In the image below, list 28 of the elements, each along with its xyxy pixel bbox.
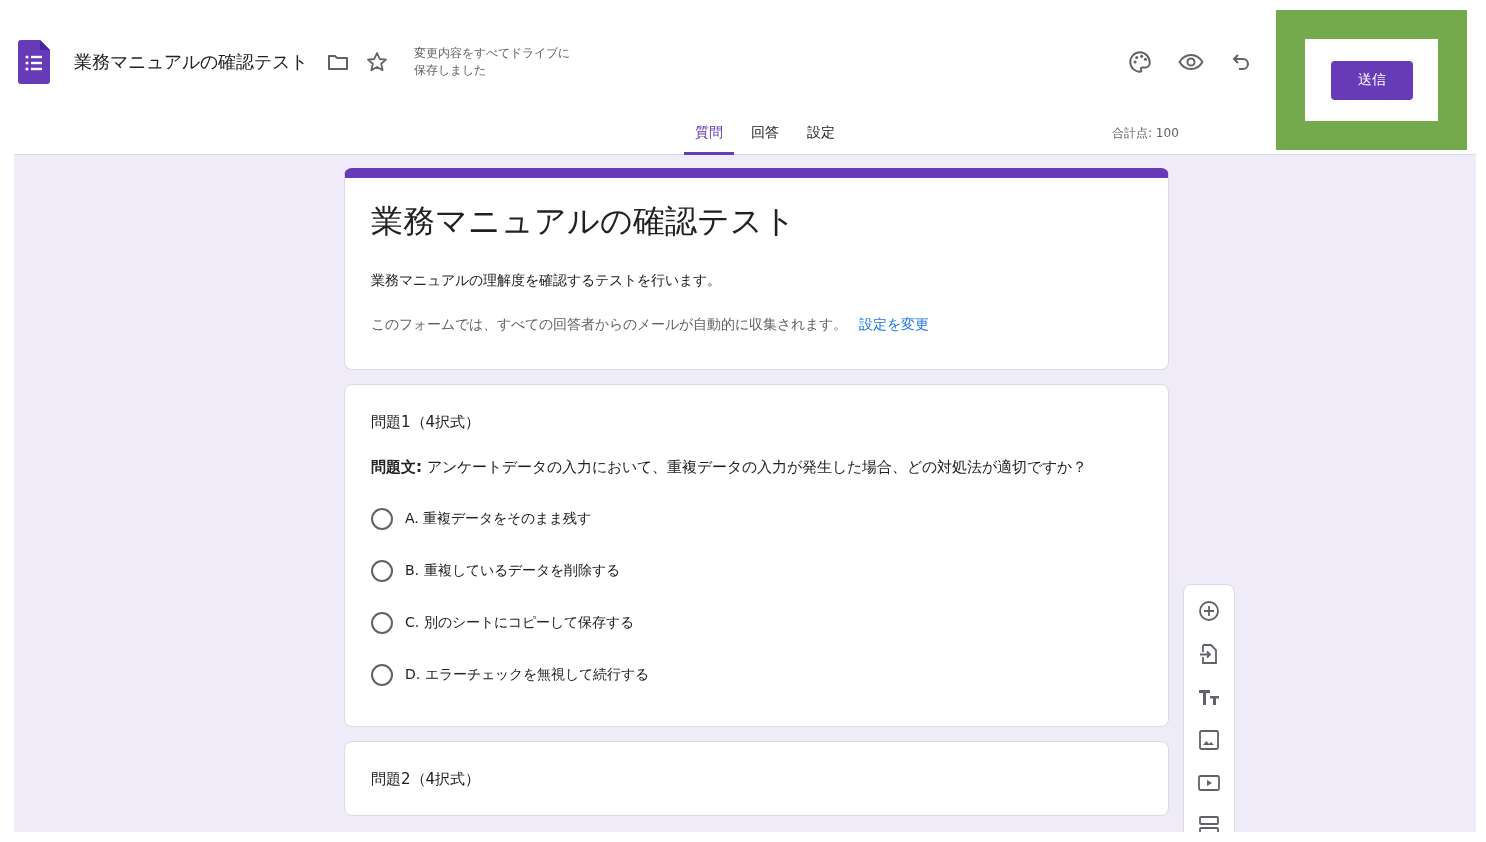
tab[interactable]: 回答 bbox=[740, 118, 790, 155]
palette-icon[interactable] bbox=[1127, 49, 1153, 75]
question-title[interactable]: 問題2（4択式） bbox=[371, 770, 1142, 789]
option-label[interactable]: C. 別のシートにコピーして保存する bbox=[405, 614, 634, 632]
radio-button[interactable] bbox=[371, 560, 393, 582]
total-points: 合計点: 100 bbox=[1112, 125, 1179, 142]
option-label[interactable]: A. 重複データをそのまま残す bbox=[405, 510, 592, 528]
form-description[interactable]: 業務マニュアルの理解度を確認するテストを行います。 bbox=[371, 272, 1142, 290]
send-button[interactable]: 送信 bbox=[1330, 60, 1413, 100]
option-label[interactable]: D. エラーチェックを無視して続行する bbox=[405, 666, 649, 684]
document-title[interactable]: 業務マニュアルの確認テスト bbox=[74, 50, 308, 74]
section-icon[interactable] bbox=[1197, 814, 1221, 832]
radio-button[interactable] bbox=[371, 664, 393, 686]
question-title[interactable]: 問題1（4択式） bbox=[371, 413, 1142, 432]
option-label[interactable]: B. 重複しているデータを削除する bbox=[405, 562, 620, 580]
radio-button[interactable] bbox=[371, 612, 393, 634]
tab[interactable]: 設定 bbox=[796, 118, 846, 155]
question-text: 問題文: アンケートデータの入力において、重複データの入力が発生した場合、どの対処法が適切ですか？ bbox=[371, 457, 1088, 478]
forms-logo-icon[interactable] bbox=[18, 40, 50, 84]
star-icon[interactable] bbox=[365, 50, 389, 74]
image-icon[interactable] bbox=[1197, 728, 1221, 752]
add-circle-icon[interactable] bbox=[1197, 599, 1221, 623]
save-status-text: 保存しました bbox=[414, 62, 487, 79]
save-status-text: 変更内容をすべてドライブに bbox=[414, 45, 570, 62]
radio-button[interactable] bbox=[371, 508, 393, 530]
change-settings-link[interactable]: 設定を変更 bbox=[859, 316, 929, 334]
email-notice: このフォームでは、すべての回答者からのメールが自動的に収集されます。 bbox=[371, 316, 847, 334]
form-title[interactable]: 業務マニュアルの確認テスト bbox=[371, 198, 1142, 244]
